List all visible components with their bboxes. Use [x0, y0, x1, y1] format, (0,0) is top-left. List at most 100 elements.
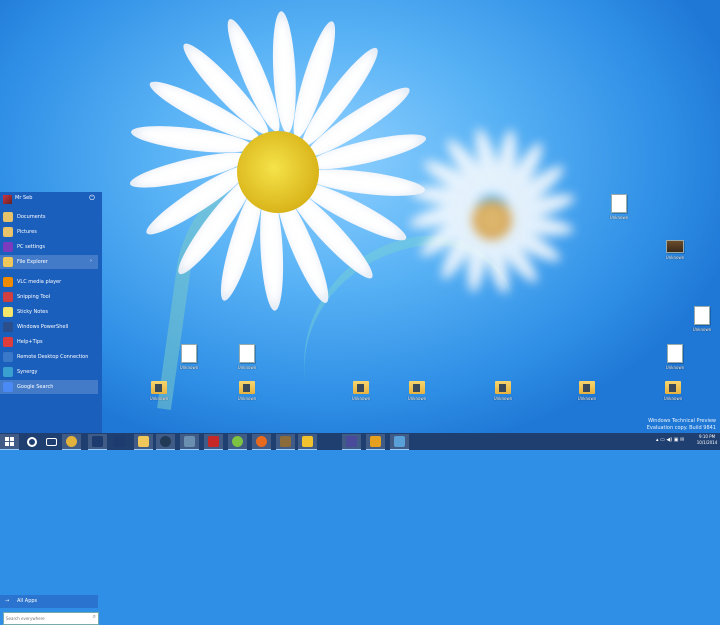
documents-icon	[3, 212, 13, 222]
chevron-right-icon[interactable]: ›	[90, 258, 92, 264]
start-search-box[interactable]: ⌕	[3, 612, 99, 625]
taskbar-button[interactable]	[342, 434, 361, 450]
help-icon	[3, 337, 13, 347]
desktop-icon-label: Unknown	[149, 396, 169, 401]
start-menu-header: Mr Seb ⏻	[0, 192, 102, 208]
vlc-icon	[3, 277, 13, 287]
pictures-icon	[3, 227, 13, 237]
taskbar-button[interactable]	[390, 434, 409, 450]
search-input[interactable]	[6, 614, 82, 622]
filezilla-icon	[208, 436, 219, 447]
folder-icon	[3, 257, 13, 267]
file-icon	[611, 194, 627, 213]
desktop-icon[interactable]: Unknown	[340, 378, 382, 401]
start-menu-item-label: Remote Desktop Connection	[17, 354, 89, 360]
desktop-icon-label: Unknown	[665, 255, 685, 260]
taskbar: ▴ ▭ ◀) ▣ ✉ 9:10 PM 10/1/2014	[0, 433, 720, 450]
flower-center	[472, 200, 512, 240]
scissors-icon	[3, 292, 13, 302]
desktop-icon-label: Unknown	[407, 396, 427, 401]
taskbar-button[interactable]	[180, 434, 199, 450]
start-menu: Mr Seb ⏻ Documents Pictures PC settings Fil…	[0, 192, 102, 625]
app-icon	[346, 436, 357, 447]
taskbar-button[interactable]	[134, 434, 153, 450]
start-menu-item[interactable]: PC settings	[0, 240, 98, 254]
power-icon[interactable]: ⏻	[88, 194, 96, 202]
desktop-icon[interactable]: Unknown	[482, 378, 524, 401]
task-view-icon	[46, 438, 57, 446]
desktop-icon[interactable]: Unknown	[681, 306, 720, 332]
photoshop-icon	[92, 436, 103, 447]
photoshop-icon	[114, 436, 125, 447]
start-menu-item-label: File Explorer	[17, 259, 48, 265]
user-avatar[interactable]	[3, 195, 12, 204]
desktop-icon[interactable]: Unknown	[598, 194, 640, 220]
taskbar-button[interactable]	[276, 434, 295, 450]
desktop-icon-label: Unknown	[692, 327, 712, 332]
folder-icon	[579, 381, 595, 394]
taskbar-button[interactable]	[110, 434, 129, 449]
desktop-icon-label: Unknown	[179, 365, 199, 370]
clock-date: 10/1/2014	[696, 440, 718, 445]
desktop-icon[interactable]: Unknown	[138, 378, 180, 401]
start-menu-item[interactable]: Documents	[0, 210, 98, 224]
folder-icon	[665, 381, 681, 394]
start-menu-item[interactable]: Google Search	[0, 380, 98, 394]
synergy-icon	[3, 367, 13, 377]
folder-icon	[239, 381, 255, 394]
desktop-icon[interactable]: Unknown	[396, 378, 438, 401]
sticky-notes-icon	[3, 307, 13, 317]
start-menu-item[interactable]: Remote Desktop Connection	[0, 350, 98, 364]
app-icon	[302, 436, 313, 447]
start-menu-item[interactable]: Help+Tips	[0, 335, 98, 349]
start-menu-item[interactable]: Pictures	[0, 225, 98, 239]
desktop-icon[interactable]: Unknown	[226, 378, 268, 401]
all-apps-button[interactable]: → All Apps	[0, 595, 98, 608]
start-menu-item[interactable]: Synergy	[0, 365, 98, 379]
watermark-line2: Evaluation copy. Build 9841	[646, 425, 716, 431]
taskbar-button[interactable]	[156, 434, 175, 450]
folder-icon	[409, 381, 425, 394]
search-icon[interactable]: ⌕	[93, 613, 96, 621]
desktop-icon-label: Unknown	[665, 365, 685, 370]
desktop-icon[interactable]: Unknown	[566, 378, 608, 401]
taskbar-button[interactable]	[62, 434, 81, 450]
start-menu-item[interactable]: VLC media player	[0, 275, 98, 289]
taskbar-button[interactable]	[366, 434, 385, 450]
desktop-icon[interactable]: Unknown	[654, 344, 696, 370]
taskbar-button[interactable]	[252, 434, 271, 450]
taskbar-button[interactable]	[22, 434, 41, 449]
desktop-icon[interactable]: Unknown	[654, 236, 696, 260]
desktop-icon-label: Unknown	[237, 396, 257, 401]
desktop-icon[interactable]: Unknown	[226, 344, 268, 370]
system-tray[interactable]: ▴ ▭ ◀) ▣ ✉	[656, 437, 684, 443]
taskbar-button[interactable]	[204, 434, 223, 450]
folder-icon	[151, 381, 167, 394]
start-menu-item[interactable]: Sticky Notes	[0, 305, 98, 319]
powershell-icon	[3, 322, 13, 332]
taskbar-button[interactable]	[42, 434, 61, 449]
desktop-icon[interactable]: Unknown	[168, 344, 210, 370]
app-icon	[370, 436, 381, 447]
desktop-icon-label: Unknown	[577, 396, 597, 401]
start-button[interactable]	[0, 434, 19, 450]
start-menu-item-label: Documents	[17, 214, 46, 220]
taskbar-button[interactable]	[298, 434, 317, 450]
start-menu-item[interactable]: File Explorer ›	[0, 255, 98, 269]
search-icon	[27, 437, 37, 447]
start-menu-item[interactable]: Snipping Tool	[0, 290, 98, 304]
taskbar-button[interactable]	[88, 434, 107, 450]
taskbar-button[interactable]	[228, 434, 247, 450]
user-name[interactable]: Mr Seb	[15, 195, 32, 201]
desktop-icon[interactable]: Unknown	[652, 378, 694, 401]
remote-desktop-icon	[3, 352, 13, 362]
start-menu-item-label: Help+Tips	[17, 339, 43, 345]
app-icon	[394, 436, 405, 447]
start-menu-item[interactable]: Windows PowerShell	[0, 320, 98, 334]
start-menu-item-label: Windows PowerShell	[17, 324, 69, 330]
arrow-right-icon: →	[5, 598, 10, 604]
desktop-wallpaper: Unknown Unknown Unknown Unknown Unknown Unkno…	[0, 0, 720, 433]
firefox-icon	[256, 436, 267, 447]
app-icon	[184, 436, 195, 447]
clock[interactable]: 9:10 PM 10/1/2014	[695, 434, 719, 446]
